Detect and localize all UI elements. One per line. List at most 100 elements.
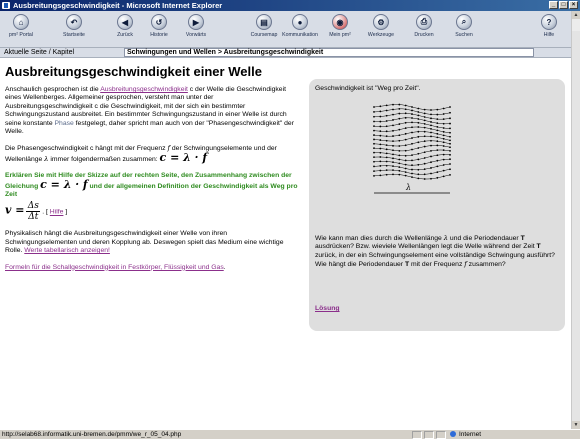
scroll-up-icon[interactable]: ▲ <box>572 11 580 19</box>
formula-v: v = <box>5 203 25 217</box>
portal-button[interactable]: ⌂ pm² Portal <box>8 11 34 48</box>
startseite-button[interactable]: ↶ Startseite <box>60 11 88 48</box>
back-label: Zurück <box>117 32 133 38</box>
wave-element-dot <box>436 140 439 143</box>
wave-element-dot <box>430 113 432 116</box>
wave-element-dot <box>379 105 382 108</box>
wave-element-dot <box>430 155 432 158</box>
vertical-scrollbar[interactable]: ▲ ▼ <box>571 11 580 429</box>
wave-element-dot <box>449 163 451 165</box>
main-text: Anschaulich gesprochen ist die Ausbreitu… <box>5 86 301 280</box>
wave-element-dot <box>379 130 382 133</box>
hilfe-link[interactable]: Hilfe <box>50 209 64 216</box>
wave-element-dot <box>436 176 439 179</box>
wave-element-dot <box>417 158 420 161</box>
wave-element-dot <box>385 152 388 155</box>
wave-element-dot <box>404 108 407 111</box>
wave-element-dot <box>417 118 420 120</box>
kommunikation-button[interactable]: ● Kommunikation <box>281 11 319 48</box>
back-button[interactable]: ◀ Zurück <box>113 11 137 48</box>
breadcrumb: Aktuelle Seite / Kapitel Schwingungen un… <box>0 48 571 58</box>
window-titlebar[interactable]: Ausbreitungsgeschwindigkeit - Microsoft … <box>0 0 580 11</box>
wave-element-dot <box>430 167 432 169</box>
tools-icon: ⚙ <box>373 14 389 30</box>
history-button[interactable]: ↺ Historie <box>147 11 171 48</box>
task-formula: c = λ · f <box>40 177 88 191</box>
text: zusammen? <box>466 261 506 269</box>
scroll-thumb[interactable] <box>572 31 580 421</box>
wave-element-dot <box>423 173 426 176</box>
wave-element-dot <box>411 168 413 171</box>
wave-element-dot <box>449 139 451 142</box>
wave-element-dot <box>398 173 401 176</box>
wave-element-dot <box>417 163 420 166</box>
wave-element-dot <box>430 131 432 134</box>
wave-element-dot <box>404 138 407 141</box>
wave-element-dot <box>404 171 407 174</box>
kommunikation-label: Kommunikation <box>282 32 318 38</box>
mein-pm-button[interactable]: ◉ Mein pm² <box>325 11 355 48</box>
wave-element-dot <box>385 114 388 117</box>
close-button[interactable]: × <box>569 1 578 9</box>
wave-element-dot <box>392 149 394 152</box>
text: . [ <box>42 208 50 216</box>
wave-element-dot <box>423 145 426 148</box>
wave-element-dot <box>442 141 445 144</box>
wave-element-dot <box>379 156 382 158</box>
wave-element-dot <box>392 124 394 127</box>
wave-element-dot <box>398 145 401 147</box>
text: . <box>223 263 226 271</box>
portal-label: pm² Portal <box>9 32 33 38</box>
breadcrumb-label: Aktuelle Seite / Kapitel <box>4 49 75 56</box>
window-controls: _ □ × <box>549 1 578 9</box>
link-ausbreitungsgeschwindigkeit[interactable]: Ausbreitungsgeschwindigkeit <box>100 86 188 93</box>
forward-button[interactable]: ▶ Vorwärts <box>183 11 209 48</box>
wave-element-dot <box>398 169 401 172</box>
wave-element-dot <box>449 168 451 171</box>
wave-diagram: λ <box>373 103 451 194</box>
sound-speed-formulas-link[interactable]: Formeln für die Schallgeschwindigkeit in… <box>5 264 224 271</box>
print-button[interactable]: ⎙ Drucken <box>410 11 438 48</box>
wave-element-dot <box>373 174 375 177</box>
wave-element-dot <box>411 126 413 129</box>
wave-element-dot <box>417 152 420 155</box>
wave-element-dot <box>442 130 445 133</box>
wave-element-dot <box>423 140 426 143</box>
scroll-down-icon[interactable]: ▼ <box>572 421 580 429</box>
wave-element-dot <box>430 144 432 147</box>
wave-element-dot <box>392 144 394 147</box>
maximize-button[interactable]: □ <box>559 1 568 9</box>
wave-element-dot <box>449 158 451 161</box>
wave-element-dot <box>398 158 401 161</box>
coursemap-button[interactable]: ▤ Coursemap <box>249 11 279 48</box>
wave-element-dot <box>430 172 432 175</box>
wave-element-dot <box>449 149 451 152</box>
wave-element-dot <box>404 104 407 107</box>
help-label: Hilfe <box>543 32 555 38</box>
wave-element-dot <box>392 169 394 172</box>
wave-element-dot <box>379 151 382 154</box>
wave-element-dot <box>379 165 382 167</box>
coursemap-label: Coursemap <box>250 32 278 38</box>
wave-element-dot <box>442 175 445 178</box>
paragraph-medium: Physikalisch hängt die Ausbreitungsgesch… <box>5 230 301 255</box>
wave-element-dot <box>392 108 394 111</box>
wave-element-dot <box>392 153 394 156</box>
wave-element-dot <box>442 137 445 140</box>
solution-link[interactable]: Lösung <box>315 305 340 313</box>
help-button[interactable]: ? Hilfe <box>538 11 560 48</box>
wave-element-dot <box>373 156 375 159</box>
wave-element-dot <box>417 121 420 124</box>
werkzeuge-button[interactable]: ⚙ Werkzeuge <box>365 11 397 48</box>
forward-icon: ▶ <box>188 14 204 30</box>
search-button[interactable]: ⌕ Suchen <box>451 11 477 48</box>
history-label: Historie <box>150 32 168 38</box>
wave-element-dot <box>379 147 382 150</box>
wave-element-dot <box>417 177 420 180</box>
table-values-link[interactable]: Werte tabellarisch anzeigen! <box>24 247 110 254</box>
minimize-button[interactable]: _ <box>549 1 558 9</box>
wave-element-dot <box>385 164 388 167</box>
wave-element-dot <box>379 143 382 146</box>
wave-element-dot <box>442 158 445 161</box>
wave-element-dot <box>436 126 439 128</box>
